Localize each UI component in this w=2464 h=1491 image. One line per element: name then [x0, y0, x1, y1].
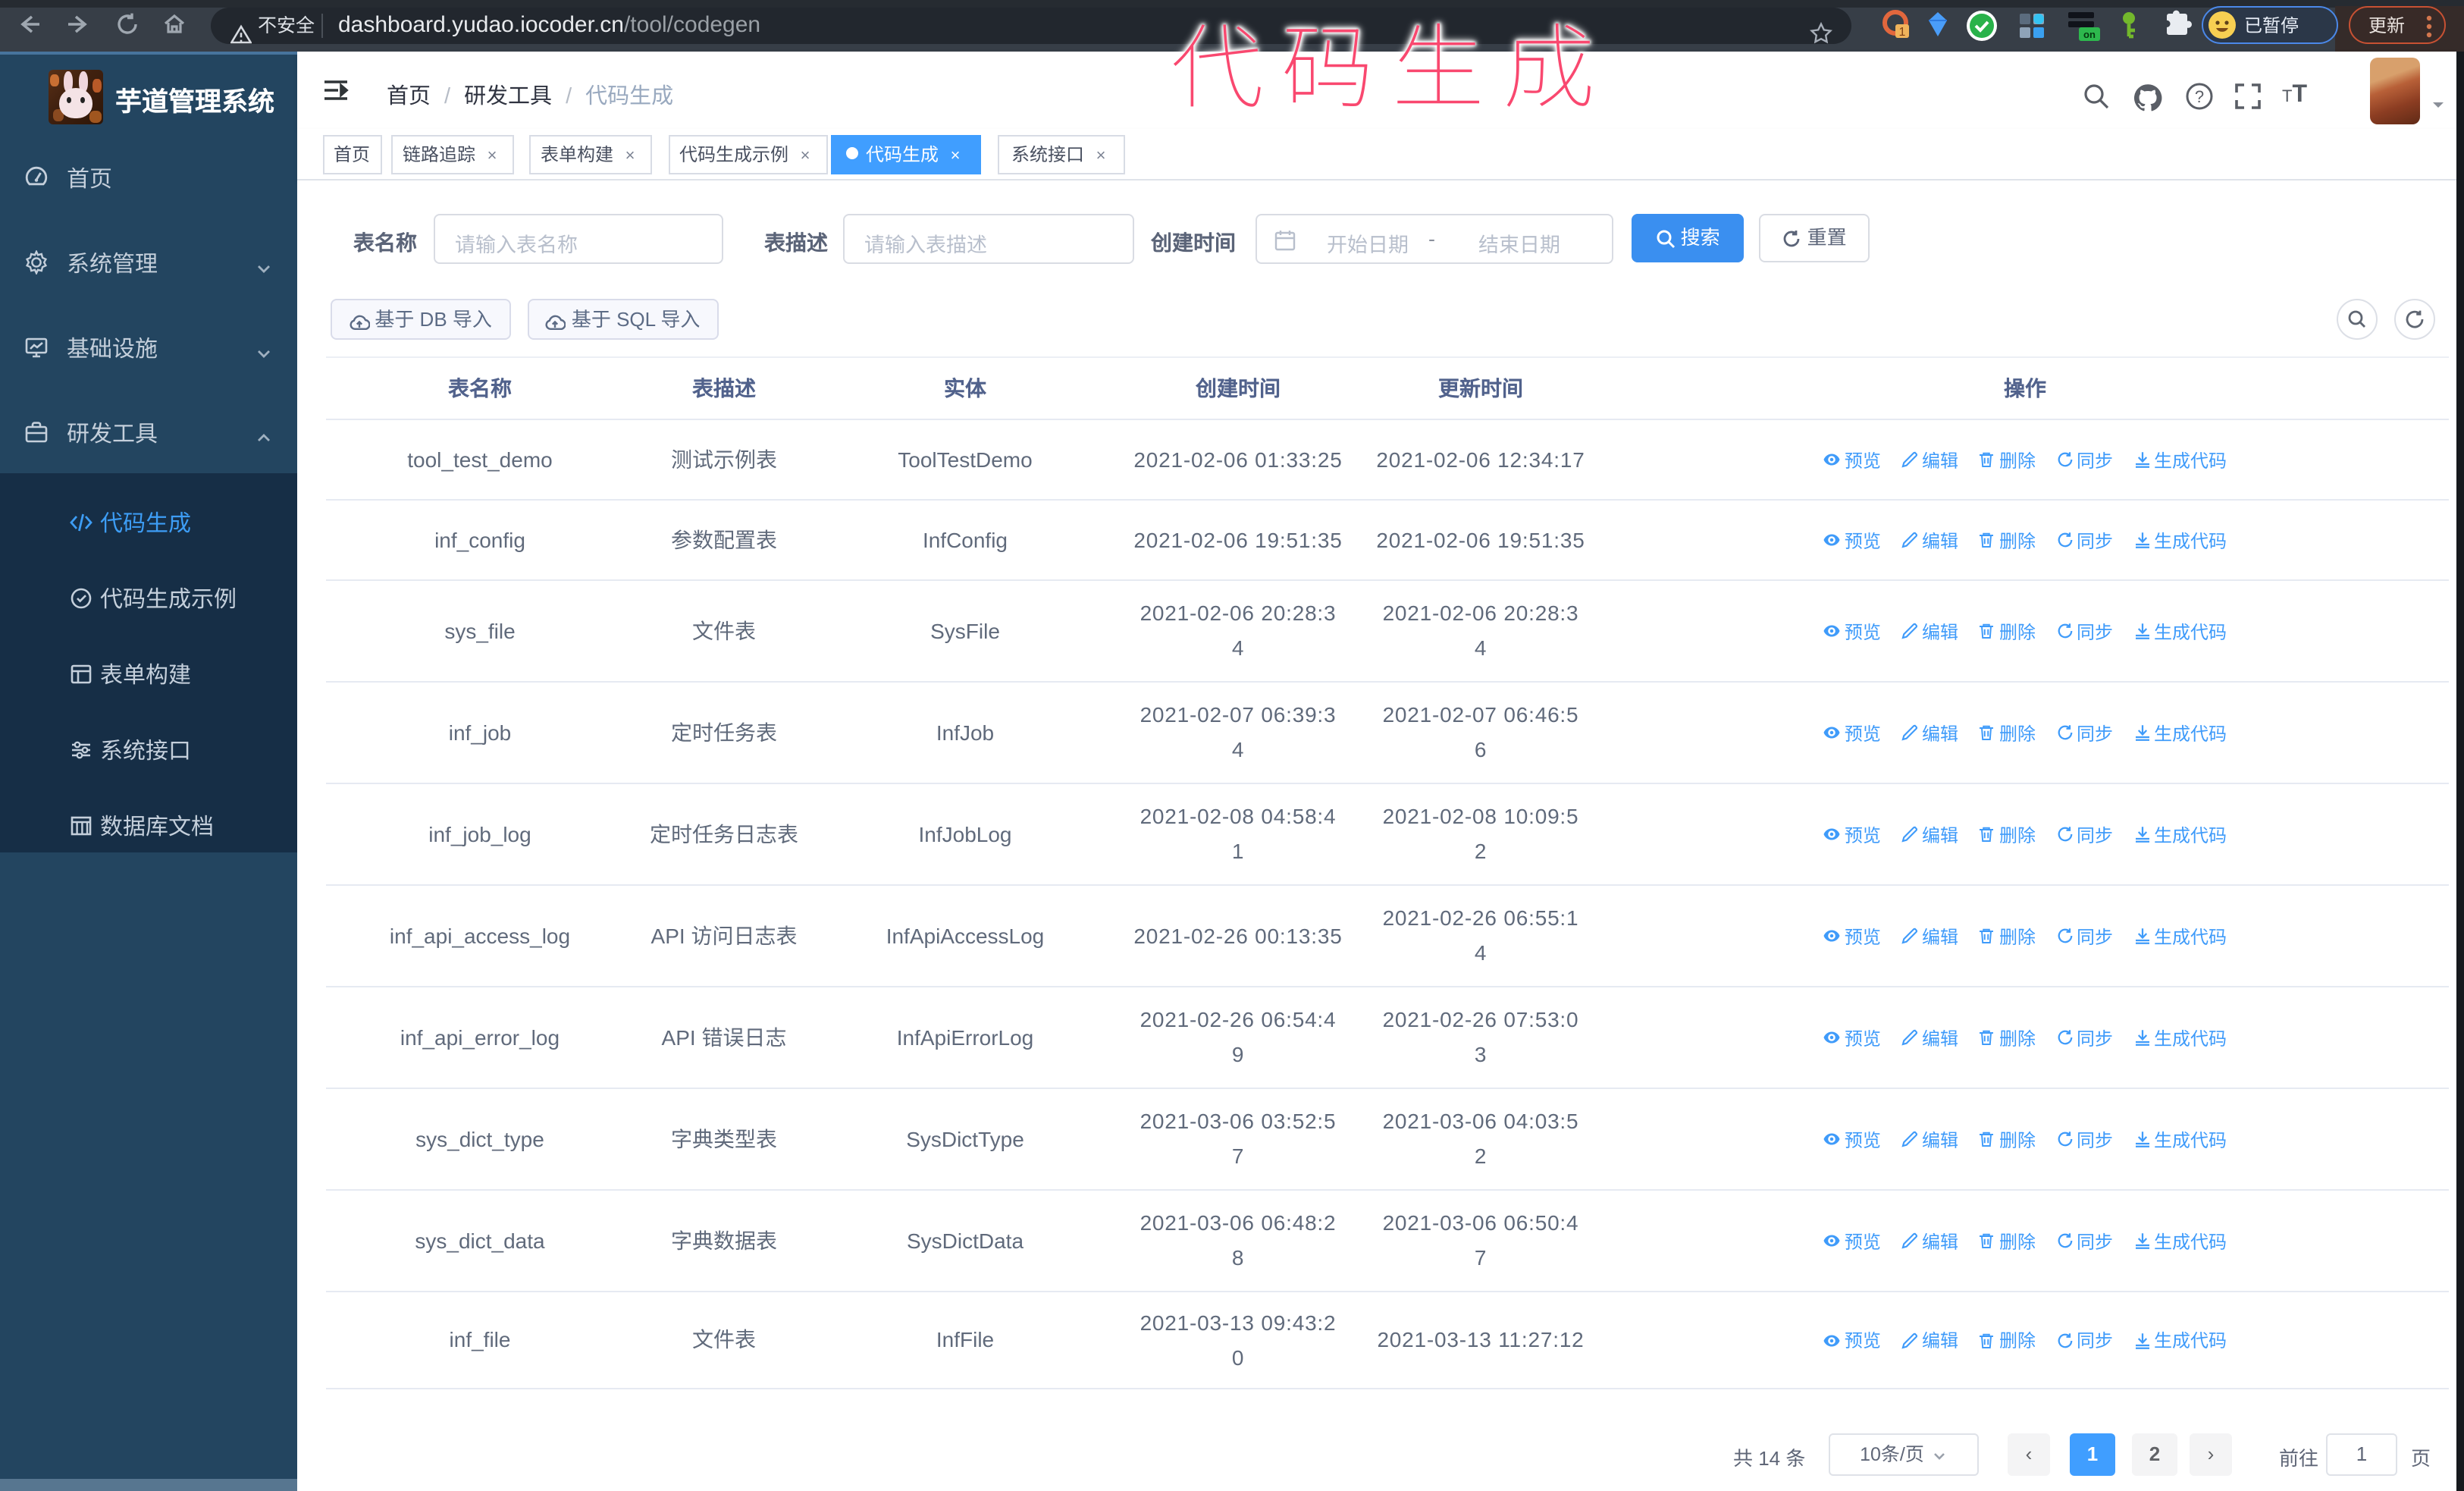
svg-text:on: on: [2083, 29, 2096, 40]
svg-text:1: 1: [1899, 26, 1906, 39]
svg-text:?: ?: [2195, 87, 2204, 106]
